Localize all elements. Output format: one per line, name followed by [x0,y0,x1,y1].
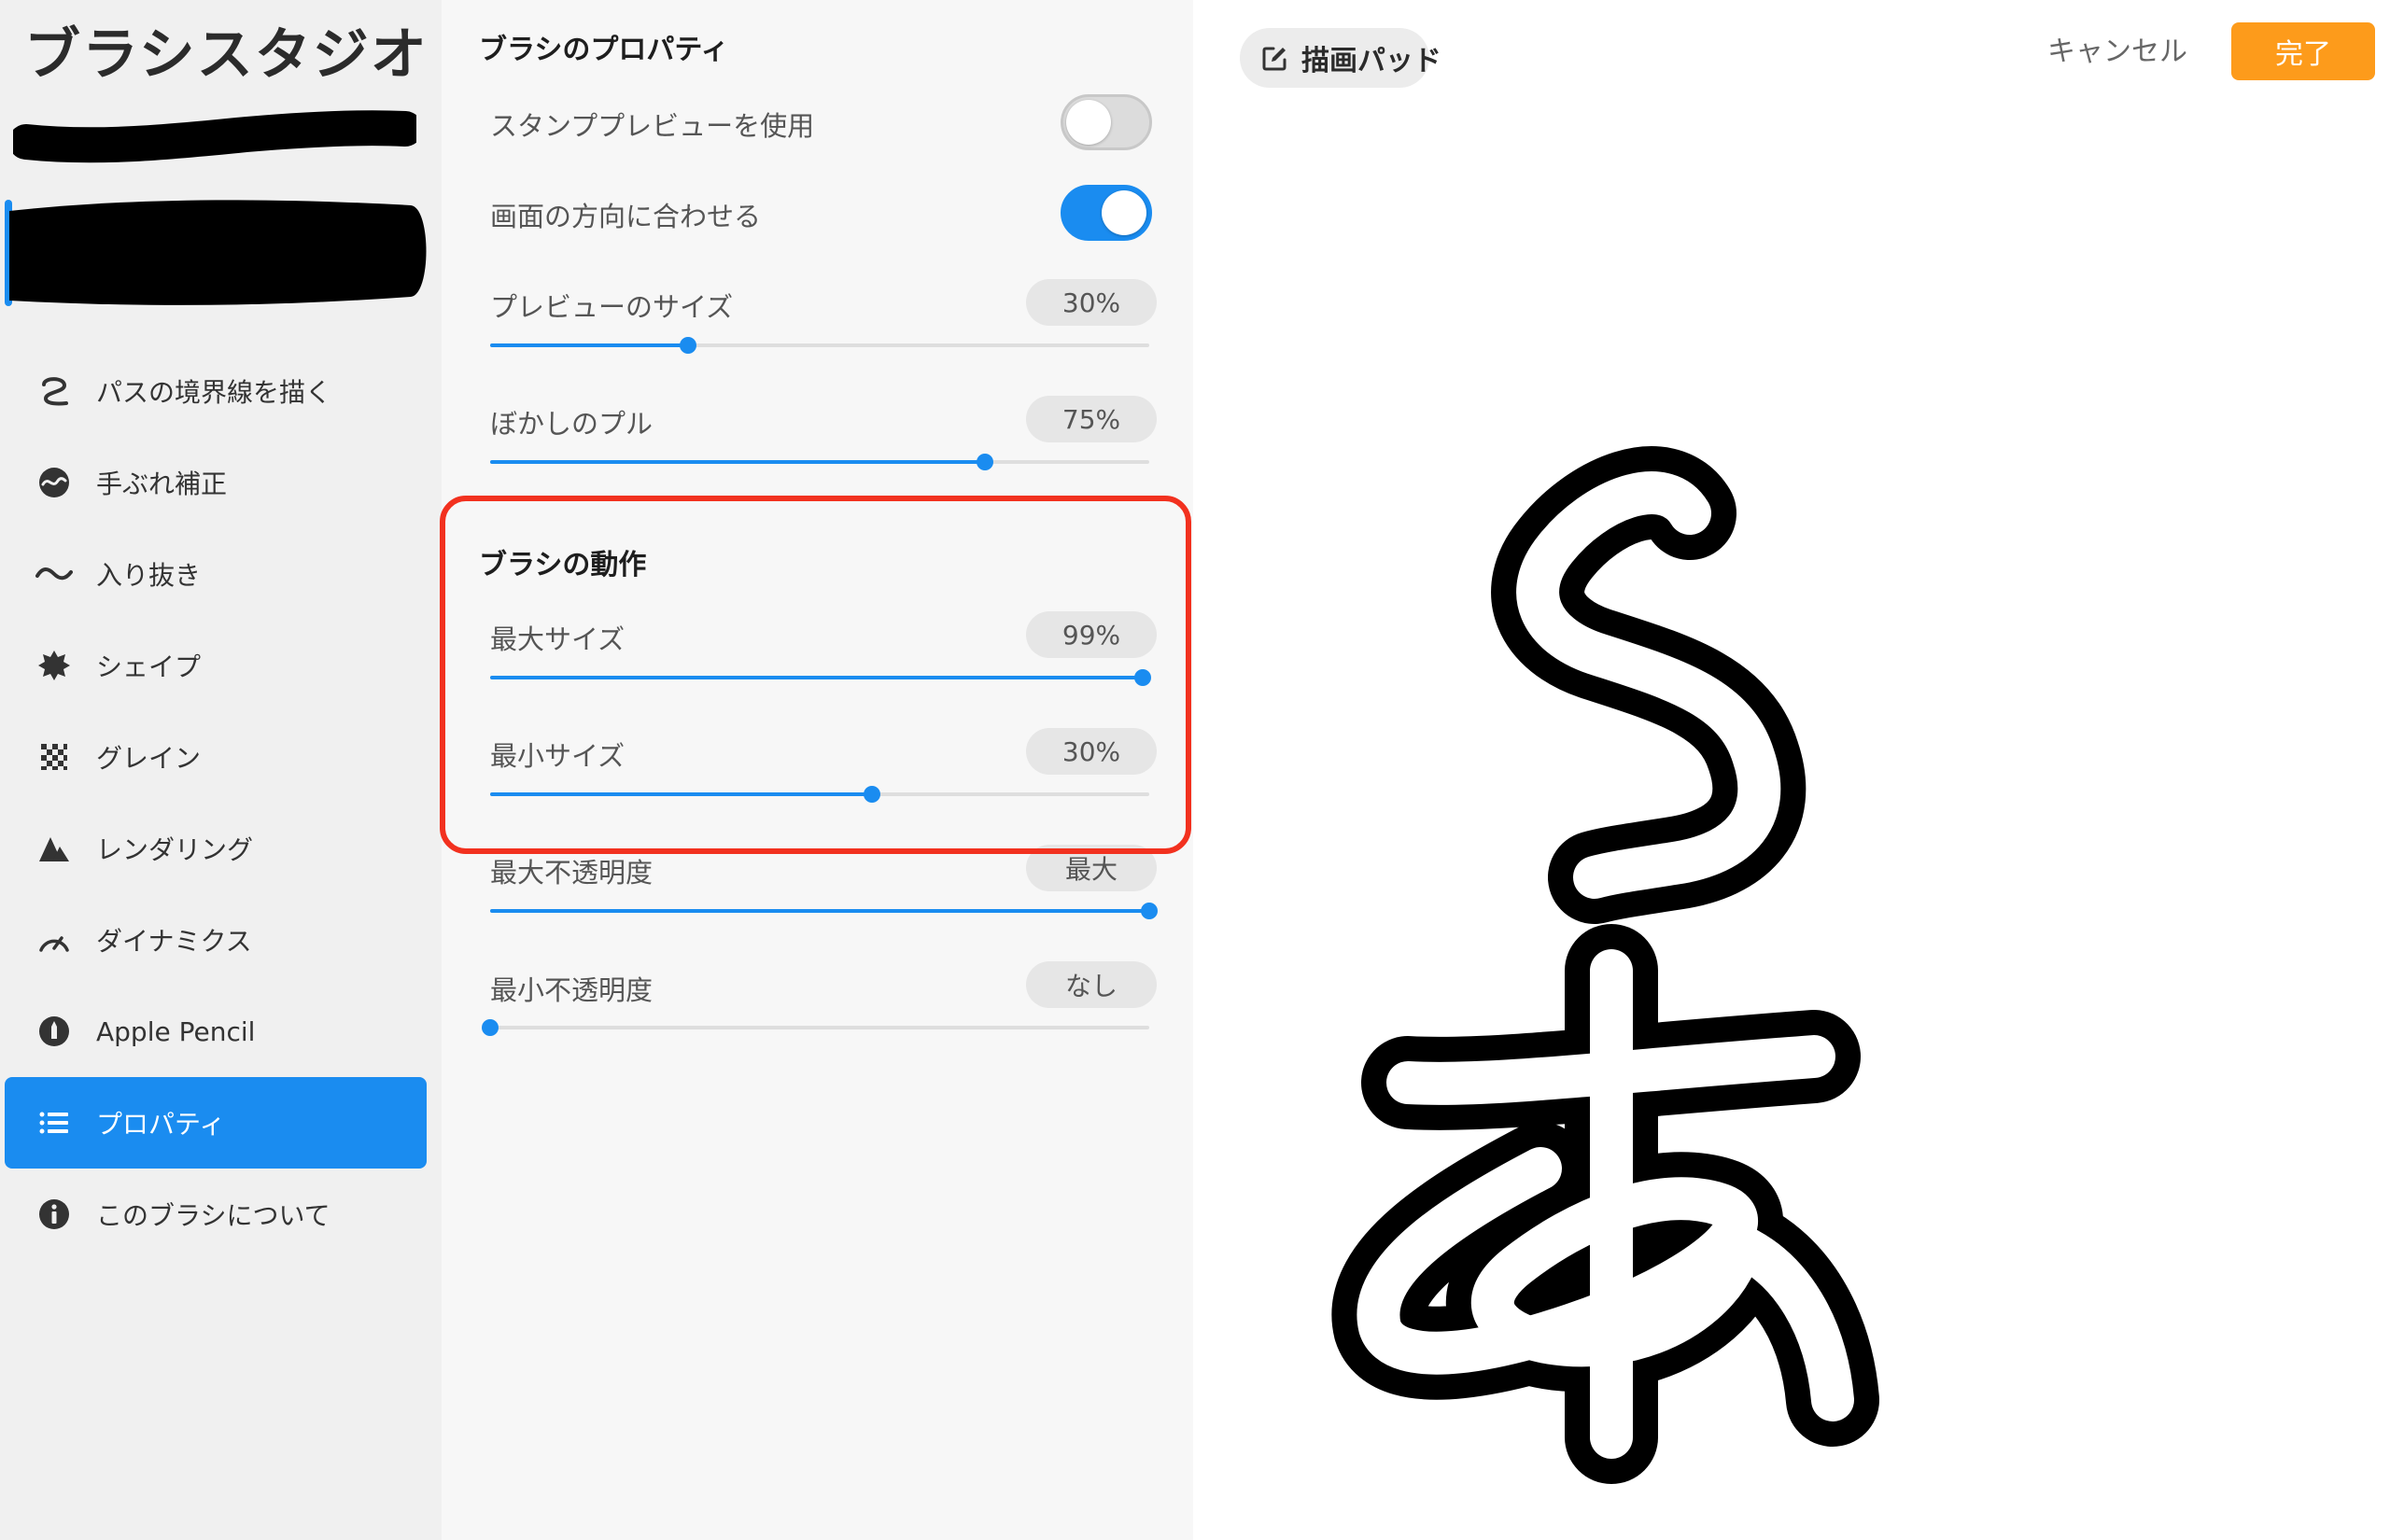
done-button[interactable]: 完了 [2231,22,2375,80]
sidebar-item-dynamics[interactable]: ダイナミクス [5,894,427,986]
sidebar-item-label: シェイプ [96,651,202,682]
sidebar-item-label: パスの境界線を描く [96,377,332,408]
rendering-icon [35,829,74,868]
sidebar-item-grain[interactable]: グレイン [5,711,427,803]
min-opacity-slider[interactable] [482,1016,1149,1039]
stamp-preview-toggle[interactable] [1061,94,1152,150]
brush-stroke-preview-large[interactable] [0,192,432,314]
slider-thumb[interactable] [976,454,993,470]
slider-thumb[interactable] [482,1019,499,1036]
toggle-knob [1102,190,1146,235]
stamp-preview-label: スタンププレビューを使用 [490,110,815,142]
sidebar-item-apple-pencil[interactable]: Apple Pencil [5,986,427,1077]
smudge-pull-slider[interactable] [490,451,1149,473]
shape-icon [35,646,74,685]
sidebar-item-label: このブラシについて [96,1200,330,1231]
apple-pencil-icon [35,1012,74,1051]
sidebar-item-taper[interactable]: 入り抜き [5,528,427,620]
smudge-pull-label: ぼかしのプル [490,408,654,440]
sidebar-item-stabilization[interactable]: 手ぶれ補正 [5,437,427,528]
slider-fill [490,343,688,347]
sidebar-item-label: グレイン [96,743,202,774]
drawing-pad-button[interactable]: 描画パッド [1240,28,1441,88]
slider-fill [490,909,1149,913]
stroke-path-icon [35,371,74,411]
drawing-strokes [1331,446,1879,1484]
sidebar-item-label: 入り抜き [96,560,202,591]
min-opacity-value[interactable]: なし [1026,961,1157,1008]
page-title: ブラシスタジオ [24,22,429,88]
orient-to-screen-label: 画面の方向に合わせる [490,201,762,232]
sidebar-item-about-brush[interactable]: このブラシについて [5,1169,427,1260]
preview-size-slider[interactable] [490,334,1149,357]
list-icon [35,1103,74,1142]
sidebar-item-stroke-path[interactable]: パスの境界線を描く [5,345,427,437]
preview-size-label: プレビューのサイズ [490,291,734,323]
brush-studio-nav: パスの境界線を描く 手ぶれ補正 入り抜き シェイプ グレイン レンダリング ダイ… [5,345,427,1260]
preview-size-value[interactable]: 30% [1026,279,1157,326]
section-title-brush-properties: ブラシのプロパティ [479,34,729,66]
slider-track [490,1026,1149,1029]
slider-thumb[interactable] [1141,903,1158,919]
drawing-pad-label: 描画パッド [1301,45,1441,77]
cancel-button[interactable]: キャンセル [2047,28,2187,69]
taper-icon [35,554,74,594]
brush-behavior-highlight [440,496,1191,854]
max-opacity-label: 最大不透明度 [490,857,654,889]
brush-stroke-preview-small [13,110,416,163]
slider-fill [490,460,985,464]
drawing-pad[interactable]: 描画パッド キャンセル 完了 [1193,0,2390,1540]
sidebar-item-label: 手ぶれ補正 [96,469,228,499]
sidebar-item-label: ダイナミクス [96,926,252,957]
max-opacity-slider[interactable] [490,900,1158,922]
sidebar-item-properties[interactable]: プロパティ [5,1077,427,1169]
sidebar-item-shape[interactable]: シェイプ [5,620,427,711]
smudge-pull-value[interactable]: 75% [1026,396,1157,442]
orient-to-screen-toggle[interactable] [1061,185,1152,241]
min-opacity-label: 最小不透明度 [490,974,654,1006]
edit-icon [1262,47,1286,71]
slider-thumb[interactable] [679,337,696,354]
stabilization-icon [35,463,74,502]
toggle-knob [1066,100,1111,145]
sidebar-item-rendering[interactable]: レンダリング [5,803,427,894]
grain-icon [35,737,74,777]
dynamics-icon [35,920,74,959]
sidebar-item-label: Apple Pencil [96,1015,256,1047]
sidebar: ブラシスタジオ パスの境界線を描く 手ぶれ補正 入り抜き シェイプ グレイン レ… [0,0,442,1540]
sidebar-item-label: レンダリング [96,834,254,865]
info-icon [35,1195,74,1234]
sidebar-item-label: プロパティ [96,1109,226,1140]
